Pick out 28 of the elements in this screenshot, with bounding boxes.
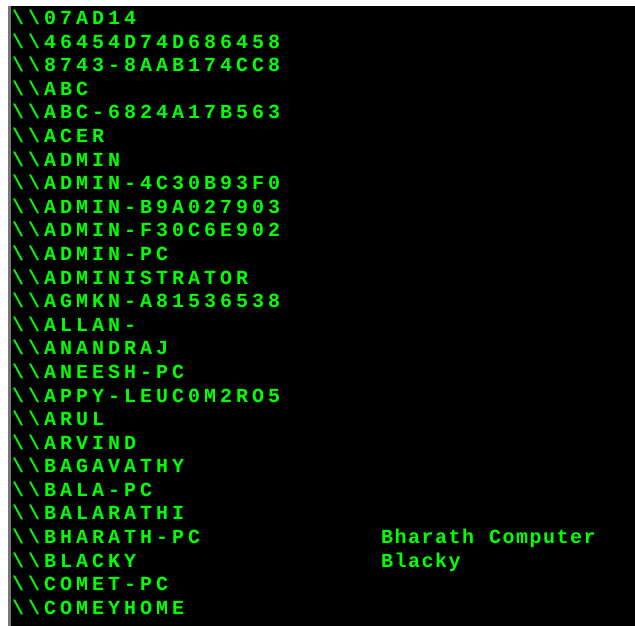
computer-name: \\ADMINISTRATOR (12, 268, 254, 292)
computer-name: \\ALLAN- (12, 314, 142, 338)
computer-name: \\ABC-6824A17B563 (12, 102, 286, 126)
computer-name: \\ANANDRAJ (12, 338, 174, 362)
computer-name: \\ARVIND (12, 432, 142, 456)
computer-name: \\8743-8AAB174CC8 (12, 55, 286, 79)
computer-name: \\ARUL (12, 409, 110, 433)
computer-name: \\BLACKY (12, 550, 142, 574)
computer-name: \\ADMIN-PC (12, 244, 174, 268)
computer-name: \\BALARATHI (12, 503, 190, 528)
computer-name: \\ADMIN-F30C6E902 (12, 220, 286, 244)
computer-name: \\ABC (12, 78, 94, 102)
computer-name: \\07AD14 (12, 8, 142, 32)
computer-name: \\AGMKN-A81536538 (12, 291, 286, 315)
computer-name: \\46454D74D686458 (12, 32, 286, 56)
computer-name: \\ACER (12, 126, 110, 150)
computer-name: \\ADMIN-4C30B93F0 (12, 173, 286, 197)
computer-name: \\BHARATH-PC (12, 527, 206, 551)
computer-name: \\COMET-PC (12, 574, 174, 598)
computer-name: \\COMEYHOME (12, 598, 190, 622)
computer-name: \\ADMIN-B9A027903 (12, 196, 286, 220)
computer-name: \\BALA-PC (12, 480, 158, 504)
computer-name: \\ANEESH-PC (12, 362, 190, 386)
computer-name: \\APPY-LEUC0M2RO5 (12, 386, 286, 410)
computer-name: \\BAGAVATHY (12, 456, 190, 480)
computer-remark: Bharath Computer (381, 527, 598, 551)
computer-remark: Blacky (381, 550, 462, 574)
computer-name: \\ADMIN (12, 150, 126, 174)
